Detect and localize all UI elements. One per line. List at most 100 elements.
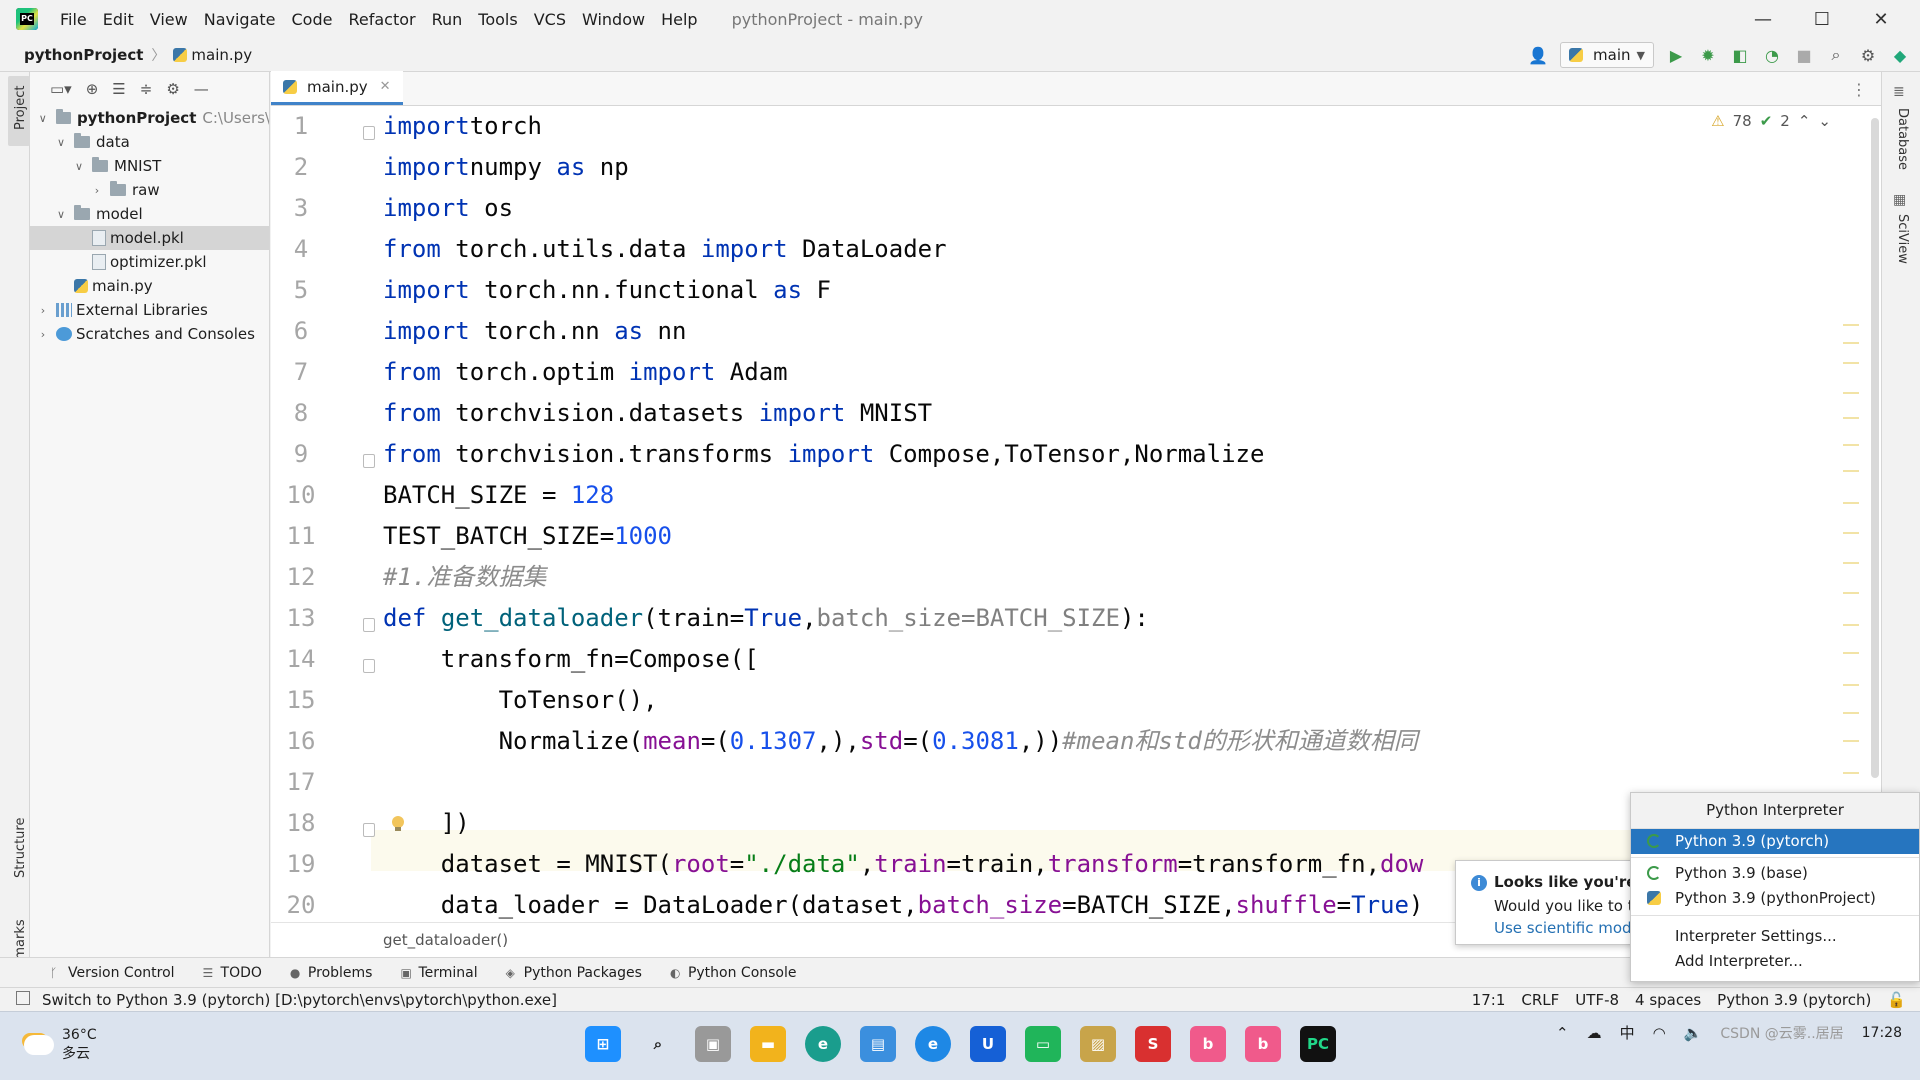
breadcrumb-project[interactable]: pythonProject [24, 46, 143, 64]
ie-browser-icon[interactable]: e [915, 1026, 951, 1062]
file-explorer-icon[interactable]: ▬ [750, 1026, 786, 1062]
menu-file[interactable]: File [52, 10, 95, 29]
maximize-button[interactable]: ☐ [1793, 0, 1851, 38]
wps-icon[interactable]: S [1135, 1026, 1171, 1062]
lock-icon[interactable]: 🔓 [1887, 991, 1906, 1009]
code-line[interactable]: from torchvision.transforms import Compo… [371, 434, 1264, 475]
file-encoding[interactable]: UTF-8 [1575, 991, 1619, 1009]
tab-main-py[interactable]: main.py ✕ [271, 71, 403, 105]
problems-button[interactable]: ● Problems [290, 965, 373, 981]
close-window-button[interactable]: ✕ [1852, 0, 1910, 38]
windows-start-icon[interactable]: ⊞ [585, 1026, 621, 1062]
search-icon[interactable]: ⌕ [1826, 45, 1846, 65]
menu-help[interactable]: Help [653, 10, 705, 29]
chevron-right-icon[interactable]: › [90, 184, 104, 197]
tree-item-mnist[interactable]: ∨ MNIST [30, 154, 269, 178]
user-icon[interactable]: 👤 [1528, 45, 1548, 65]
code-line[interactable]: from torchvision.datasets import MNIST [371, 393, 932, 434]
close-icon[interactable]: ✕ [380, 79, 391, 94]
hide-panel-icon[interactable]: — [194, 80, 209, 98]
add-interpreter-item[interactable]: Add Interpreter... [1631, 949, 1919, 974]
chevron-right-icon[interactable]: › [36, 328, 50, 341]
project-view-icon[interactable]: ▭▾ [50, 80, 72, 98]
jetbrains-toolbox-icon[interactable]: ◆ [1890, 45, 1910, 65]
python-console-button[interactable]: ◐ Python Console [670, 965, 797, 981]
python-packages-button[interactable]: ◈ Python Packages [506, 965, 642, 981]
task-view-icon[interactable]: ▣ [695, 1026, 731, 1062]
code-line[interactable]: from torch.optim import Adam [371, 352, 788, 393]
weather-widget[interactable]: 36°C 多云 [24, 1026, 97, 1064]
chevron-right-icon[interactable]: › [36, 304, 50, 317]
expand-all-icon[interactable]: ☰ [112, 80, 125, 98]
collapse-all-icon[interactable]: ≑ [140, 80, 153, 98]
coverage-icon[interactable]: ◧ [1730, 45, 1750, 65]
tree-item-main-py[interactable]: main.py [30, 274, 269, 298]
minimize-button[interactable]: — [1734, 0, 1792, 38]
tree-item-model-pkl[interactable]: model.pkl [30, 226, 269, 250]
sciview-stripe-button[interactable]: SciView [1895, 214, 1910, 264]
menu-refactor[interactable]: Refactor [340, 10, 423, 29]
settings-icon[interactable]: ⚙ [166, 80, 179, 98]
breadcrumb-file[interactable]: main.py [191, 46, 252, 64]
menu-view[interactable]: View [142, 10, 196, 29]
version-control-button[interactable]: ᚴ Version Control [50, 965, 175, 981]
search-icon[interactable]: ⌕ [640, 1026, 676, 1062]
code-line[interactable]: Normalize(mean=(0.1307,),std=(0.3081,))#… [371, 721, 1418, 762]
code-line[interactable]: BATCH_SIZE = 128 [371, 475, 614, 516]
ime-indicator[interactable]: 中 [1620, 1022, 1635, 1043]
bilibili-icon[interactable]: b [1190, 1026, 1226, 1062]
bilibili-live-icon[interactable]: b [1245, 1026, 1281, 1062]
code-line[interactable]: ]) [371, 803, 470, 844]
code-line[interactable] [371, 762, 383, 803]
menu-tools[interactable]: Tools [470, 10, 525, 29]
code-line[interactable]: ToTensor(), [371, 680, 658, 721]
tree-item-model-folder[interactable]: ∨ model [30, 202, 269, 226]
menu-window[interactable]: Window [574, 10, 653, 29]
code-line[interactable]: import torch.nn as nn [371, 311, 686, 352]
code-line[interactable]: data_loader = DataLoader(dataset,batch_s… [371, 885, 1424, 922]
code-line[interactable]: def get_dataloader(train=True,batch_size… [371, 598, 1149, 639]
locate-file-icon[interactable]: ⊕ [86, 80, 99, 98]
caret-position[interactable]: 17:1 [1472, 991, 1506, 1009]
profile-icon[interactable]: ◔ [1762, 45, 1782, 65]
code-line[interactable]: #1.准备数据集 [371, 557, 546, 598]
interpreter-option-base[interactable]: Python 3.9 (base) [1631, 861, 1919, 886]
interpreter-settings-item[interactable]: Interpreter Settings... [1631, 924, 1919, 949]
interpreter-option-pythonproject[interactable]: Python 3.9 (pythonProject) [1631, 886, 1919, 911]
menu-code[interactable]: Code [284, 10, 341, 29]
code-line[interactable]: import torch.nn.functional as F [371, 270, 831, 311]
chevron-down-icon[interactable]: ⌄ [1818, 112, 1831, 130]
chevron-down-icon[interactable]: ∨ [54, 136, 68, 149]
code-line[interactable]: from torch.utils.data import DataLoader [371, 229, 947, 270]
debug-icon[interactable]: ✹ [1698, 45, 1718, 65]
run-icon[interactable]: ▶ [1666, 45, 1686, 65]
structure-stripe-button[interactable]: Structure [13, 818, 28, 878]
shield-app-icon[interactable]: U [970, 1026, 1006, 1062]
menu-edit[interactable]: Edit [95, 10, 142, 29]
lightbulb-icon[interactable] [391, 816, 405, 832]
code-line[interactable]: importtorch [371, 106, 542, 147]
interpreter-selector[interactable]: Python 3.9 (pytorch) [1717, 991, 1871, 1009]
onedrive-icon[interactable]: ☁ [1587, 1024, 1602, 1042]
use-scientific-mode-link[interactable]: Use scientific mode [1494, 919, 1634, 937]
menu-run[interactable]: Run [424, 10, 471, 29]
more-tabs-icon[interactable]: ⋮ [1851, 80, 1867, 99]
chevron-up-icon[interactable]: ⌃ [1798, 112, 1811, 130]
inspection-widget[interactable]: ⚠ 78 ✔ 2 ⌃ ⌄ [1711, 112, 1831, 130]
code-line[interactable]: transform_fn=Compose([ [371, 639, 759, 680]
database-stripe-button[interactable]: Database [1895, 108, 1910, 170]
interpreter-option-pytorch[interactable]: Python 3.9 (pytorch) [1631, 829, 1919, 854]
chevron-up-icon[interactable]: ⌃ [1556, 1024, 1569, 1042]
run-configuration-selector[interactable]: main ▼ [1560, 42, 1654, 68]
stop-icon[interactable]: ■ [1794, 45, 1814, 65]
todo-button[interactable]: ☰ TODO [203, 965, 262, 981]
wifi-icon[interactable]: ◠ [1653, 1024, 1666, 1042]
code-line[interactable]: TEST_BATCH_SIZE=1000 [371, 516, 672, 557]
line-separator[interactable]: CRLF [1521, 991, 1559, 1009]
image-app-icon[interactable]: ▨ [1080, 1026, 1116, 1062]
terminal-button[interactable]: ▣ Terminal [400, 965, 477, 981]
tree-item-pythonproject[interactable]: ∨ pythonProject C:\Users\ [30, 106, 269, 130]
code-line[interactable]: importnumpy as np [371, 147, 629, 188]
chevron-down-icon[interactable]: ∨ [54, 208, 68, 221]
project-stripe-button[interactable]: Project [13, 86, 28, 130]
